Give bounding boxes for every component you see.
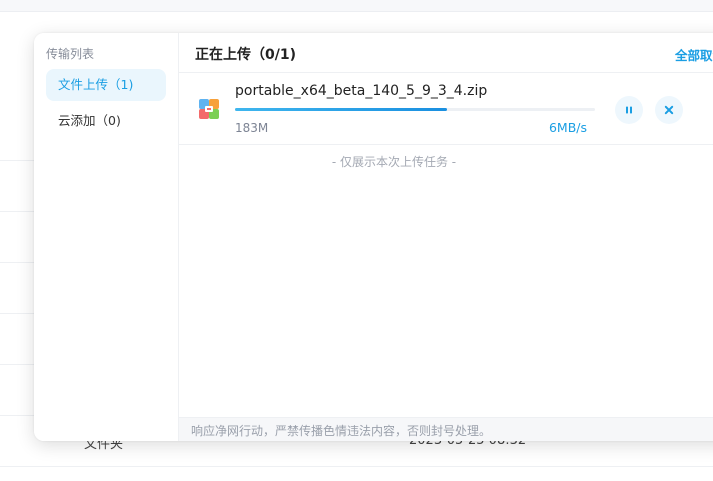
upload-task-row: portable_x64_beta_140_5_9_3_4.zip 183M 6… (179, 73, 713, 145)
cancel-upload-button[interactable] (655, 96, 683, 124)
upload-progress-fill (235, 108, 448, 111)
zip-archive-icon (199, 99, 219, 119)
transfer-list-panel: 传输列表 文件上传（1) 云添加（0) 正在上传（0/1) 全部取消 porta… (34, 33, 713, 441)
upload-progress-bar (235, 108, 595, 111)
sidebar-item-cloud-add[interactable]: 云添加（0) (46, 105, 166, 137)
upload-file-name: portable_x64_beta_140_5_9_3_4.zip (235, 83, 488, 99)
pause-button[interactable] (615, 96, 643, 124)
transfer-sidebar: 传输列表 文件上传（1) 云添加（0) (34, 33, 179, 441)
upload-header: 正在上传（0/1) 全部取消 (179, 33, 713, 73)
background-top-bar (0, 0, 713, 12)
close-icon (664, 105, 674, 115)
cancel-all-button[interactable]: 全部取消 (675, 45, 713, 64)
transfer-main: 正在上传（0/1) 全部取消 portable_x64_beta_140_5_9… (179, 33, 713, 441)
upload-scope-hint: - 仅展示本次上传任务 - (331, 155, 457, 169)
background-row-divider (0, 466, 713, 467)
upload-title: 正在上传（0/1) (195, 47, 296, 63)
notice-text: 响应净网行动，严禁传播色情违法内容，否则封号处理。 (191, 424, 492, 438)
notice-footer: 响应净网行动，严禁传播色情违法内容，否则封号处理。 (179, 417, 713, 441)
sidebar-item-file-upload[interactable]: 文件上传（1) (46, 69, 166, 101)
pause-icon (626, 106, 632, 114)
upload-file-size: 183M (235, 121, 269, 135)
sidebar-title: 传输列表 (46, 47, 95, 61)
upload-speed: 6MB/s (548, 120, 587, 135)
